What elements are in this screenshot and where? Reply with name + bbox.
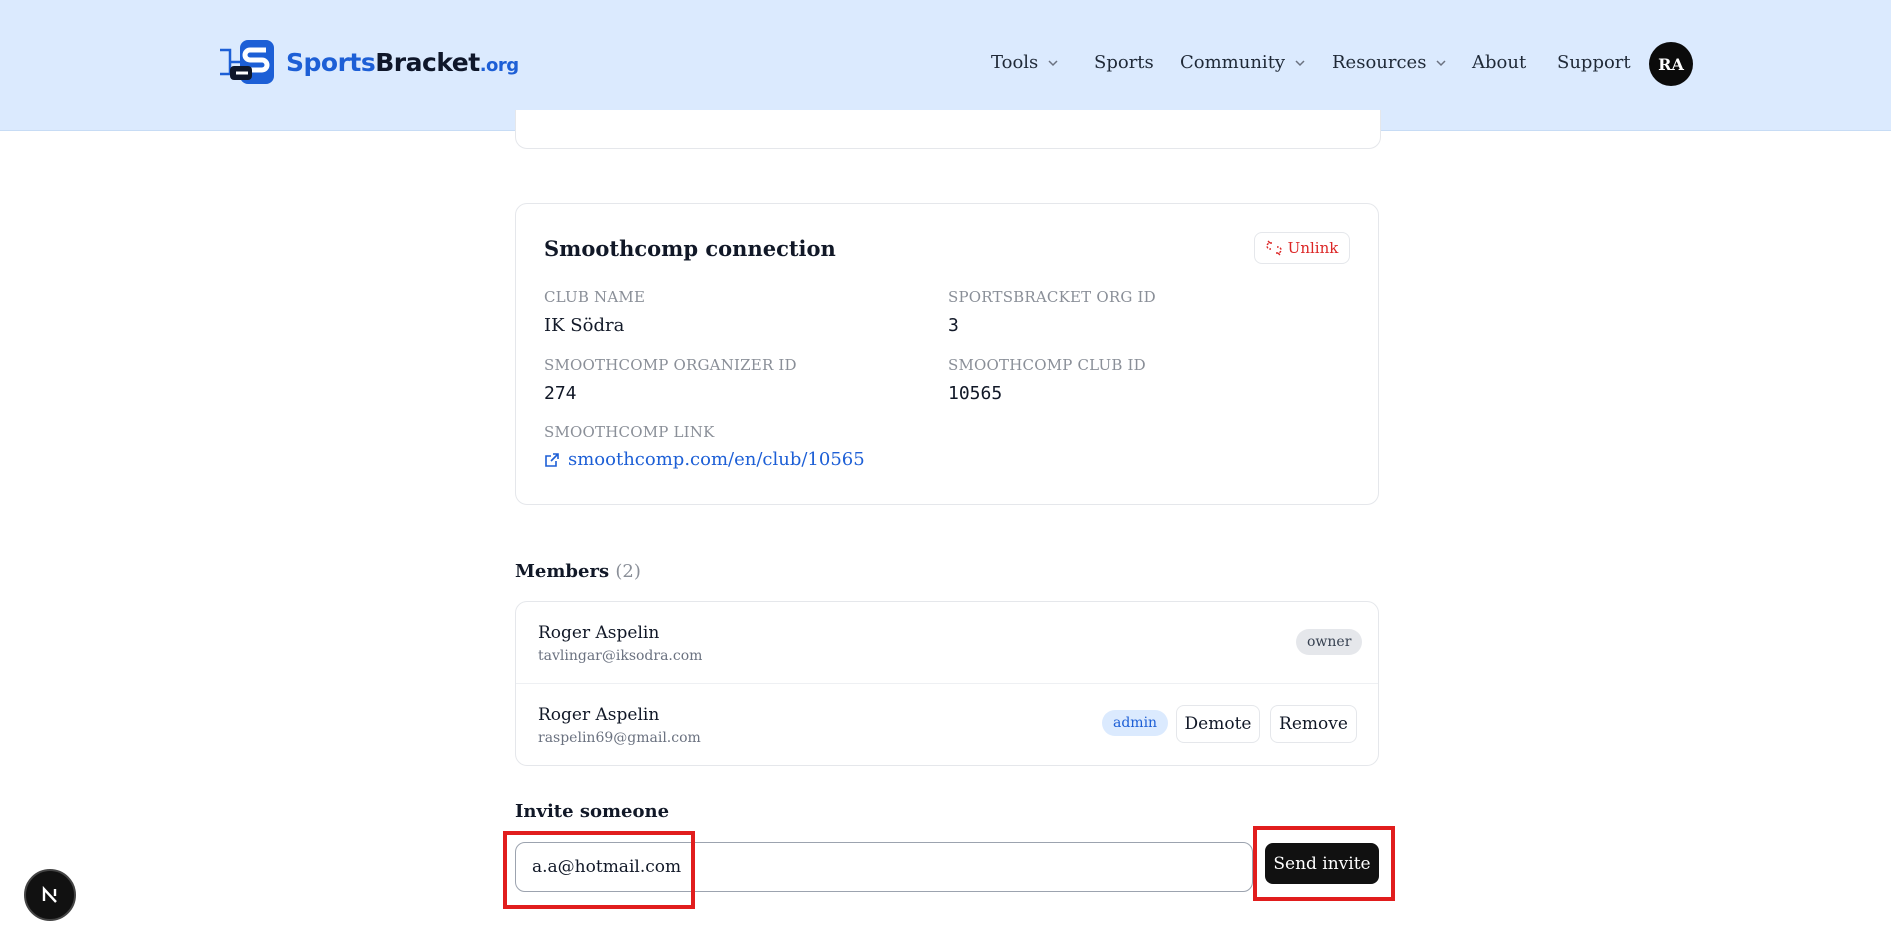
nav-tools[interactable]: Tools [991,52,1059,73]
nextjs-dev-button[interactable] [24,869,76,921]
list-item: Roger Aspelin raspelin69@gmail.com admin… [516,683,1378,765]
input-highlight-box [503,831,695,909]
logo-text-bracket: Bracket [375,47,480,77]
role-badge: admin [1102,710,1169,736]
smoothcomp-link-label: SMOOTHCOMP LINK [544,423,715,441]
nav-community-label: Community [1180,52,1286,73]
organizer-id-label: SMOOTHCOMP ORGANIZER ID [544,356,797,374]
button-highlight-box [1253,826,1395,901]
unlink-icon [1266,240,1282,256]
members-heading: Members (2) [515,561,641,582]
chevron-down-icon [1048,59,1058,66]
logo-text: SportsBracket.org [286,48,519,77]
member-email: tavlingar@iksodra.com [538,648,703,664]
logo-text-sports: Sports [286,47,376,77]
nextjs-icon [42,885,57,903]
club-name-label: CLUB NAME [544,288,646,306]
member-name: Roger Aspelin [538,705,660,725]
invite-heading: Invite someone [515,801,670,822]
previous-card [515,110,1381,149]
chevron-down-icon [1436,59,1446,66]
nav-community[interactable]: Community [1180,52,1306,73]
logo-text-org: .org [479,54,519,76]
nav-support[interactable]: Support [1557,52,1631,73]
demote-button[interactable]: Demote [1176,705,1260,743]
smoothcomp-connection-card: Smoothcomp connection Unlink CLUB NAME I… [515,203,1379,505]
members-heading-label: Members [515,561,610,582]
member-name: Roger Aspelin [538,623,660,643]
user-avatar[interactable]: RA [1649,42,1693,86]
nav-resources-label: Resources [1332,52,1427,73]
nav-tools-label: Tools [991,52,1039,73]
member-email: raspelin69@gmail.com [538,730,701,746]
remove-button[interactable]: Remove [1270,705,1357,743]
unlink-button[interactable]: Unlink [1254,232,1350,264]
external-link-icon [545,452,559,467]
org-id-label: SPORTSBRACKET ORG ID [948,288,1156,306]
nav-resources[interactable]: Resources [1332,52,1447,73]
club-name-value: IK Södra [544,315,625,336]
members-count: (2) [615,561,641,582]
org-id-value: 3 [948,315,959,336]
unlink-label: Unlink [1287,239,1339,257]
smoothcomp-link-text: smoothcomp.com/en/club/10565 [568,449,865,470]
list-item: Roger Aspelin tavlingar@iksodra.com owne… [516,602,1378,683]
club-id-value: 10565 [948,383,1003,404]
logo[interactable]: SportsBracket.org [216,38,519,86]
organizer-id-value: 274 [544,383,577,404]
card-title: Smoothcomp connection [544,236,836,261]
logo-icon [220,40,274,84]
nav-sports[interactable]: Sports [1094,52,1154,73]
role-badge: owner [1296,629,1363,655]
members-list: Roger Aspelin tavlingar@iksodra.com owne… [515,601,1379,766]
club-id-label: SMOOTHCOMP CLUB ID [948,356,1146,374]
nav-about[interactable]: About [1472,52,1526,73]
smoothcomp-link[interactable]: smoothcomp.com/en/club/10565 [544,449,865,470]
chevron-down-icon [1295,59,1305,66]
